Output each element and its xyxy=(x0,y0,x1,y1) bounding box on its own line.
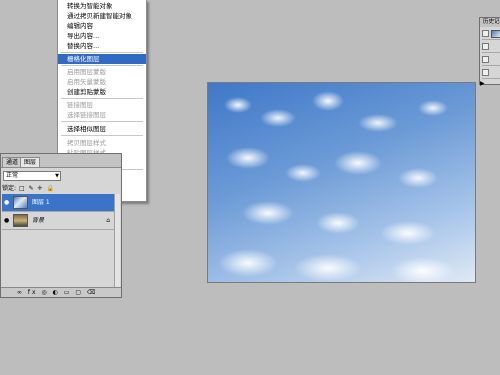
menu-item-enable-layer-mask[interactable]: 启用图层蒙版 xyxy=(58,67,146,77)
menu-separator xyxy=(61,135,143,136)
lock-options[interactable]: □ ✎ ✛ 🔒 xyxy=(19,184,55,193)
document-canvas-sky-image[interactable] xyxy=(207,82,476,283)
history-step[interactable] xyxy=(482,55,500,66)
menu-separator xyxy=(61,52,143,53)
history-panel: 历史记录 ▶ xyxy=(479,17,500,87)
history-brush-checkbox[interactable] xyxy=(482,30,489,37)
menu-separator xyxy=(61,98,143,99)
layer-actions-bar[interactable]: ∞ fx ◎ ◐ ▭ ▢ ⌫ xyxy=(1,287,121,297)
menu-item-select-linked-layers[interactable]: 选择链接图层 xyxy=(58,110,146,120)
menu-item-export-contents[interactable]: 导出内容... xyxy=(58,31,146,41)
layer-name: 背景 xyxy=(32,217,45,224)
history-brush-checkbox[interactable] xyxy=(482,56,489,63)
layer-thumbnail xyxy=(13,214,28,227)
tab-layers[interactable]: 图层 xyxy=(20,157,41,167)
blend-mode-value: 正常 xyxy=(6,172,19,179)
menu-item-link-layers[interactable]: 链接图层 xyxy=(58,100,146,110)
history-current-arrow-icon: ▶ xyxy=(480,80,485,87)
menu-item-rasterize-layer[interactable]: 栅格化图层 xyxy=(58,54,146,64)
history-step[interactable] xyxy=(482,68,500,79)
blend-mode-select[interactable]: 正常 ▼ xyxy=(3,171,61,181)
history-step[interactable] xyxy=(482,42,500,53)
tab-channels[interactable]: 通道 xyxy=(2,157,23,167)
lock-label: 锁定: xyxy=(2,185,17,192)
panel-tabs: 通道 图层 xyxy=(1,154,121,168)
menu-item-enable-vector-mask[interactable]: 启用矢量蒙版 xyxy=(58,77,146,87)
menu-item-select-similar-layers[interactable]: 选择相似图层 xyxy=(58,124,146,134)
layer-row-background[interactable]: ● 背景 ⌂ xyxy=(2,212,115,230)
menu-item-create-clipping-mask[interactable]: 创建剪贴蒙版 xyxy=(58,87,146,97)
history-panel-title: 历史记录 xyxy=(480,18,500,27)
layers-panel: 通道 图层 正常 ▼ 锁定: □ ✎ ✛ 🔒 ● 图层 1 ● 背景 ⌂ ∞ f… xyxy=(0,153,122,298)
menu-item-convert-smart-object[interactable]: 转换为智能对象 xyxy=(58,1,146,11)
menu-item-replace-contents[interactable]: 替换内容... xyxy=(58,41,146,51)
menu-item-copy-layer-style[interactable]: 拷贝图层样式 xyxy=(58,138,146,148)
menu-item-edit-contents[interactable]: 编辑内容 xyxy=(58,21,146,31)
panel-scrollbar[interactable] xyxy=(114,194,120,289)
history-snapshot[interactable] xyxy=(482,29,500,40)
menu-separator xyxy=(61,121,143,122)
chevron-down-icon: ▼ xyxy=(55,173,59,179)
eye-icon[interactable]: ● xyxy=(4,198,11,207)
layer-row-layer1[interactable]: ● 图层 1 xyxy=(2,194,115,212)
layer-thumbnail xyxy=(13,196,28,209)
layer-name: 图层 1 xyxy=(32,199,50,206)
eye-icon[interactable]: ● xyxy=(4,216,11,225)
lock-icon: ⌂ xyxy=(106,217,110,224)
history-brush-checkbox[interactable] xyxy=(482,69,489,76)
history-brush-checkbox[interactable] xyxy=(482,43,489,50)
menu-separator xyxy=(61,65,143,66)
history-thumbnail xyxy=(491,30,500,38)
menu-item-new-smart-object-via-copy[interactable]: 通过拷贝新建智能对象 xyxy=(58,11,146,21)
